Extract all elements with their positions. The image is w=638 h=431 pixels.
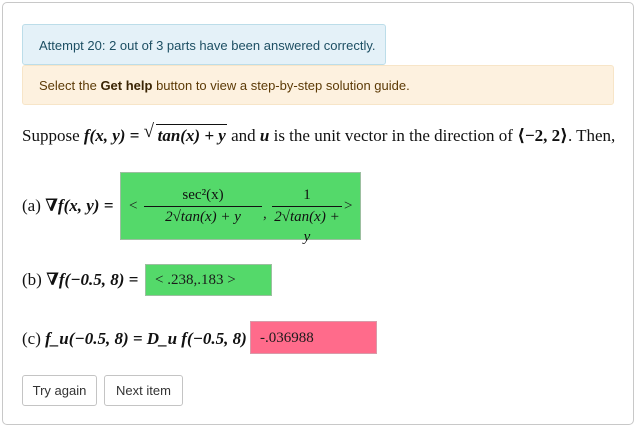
direction-vector: ⟨−2, 2⟩ xyxy=(517,126,568,145)
part-c-answer-box[interactable]: -.036988 xyxy=(250,321,377,354)
get-help-text: Get help xyxy=(100,78,153,93)
statement-suppose: Suppose xyxy=(22,126,84,145)
problem-statement: Suppose f(x, y) = √ tan(x) + y and u is t… xyxy=(22,121,616,146)
attempt-status-alert: Attempt 20: 2 out of 3 parts have been a… xyxy=(22,24,386,65)
get-help-alert: Select the Get help button to view a ste… xyxy=(22,65,614,105)
part-a-expression: ∇f(x, y) = xyxy=(45,196,114,215)
attempt-message: Attempt 20: 2 out of 3 parts have been a… xyxy=(39,38,376,53)
radical-sign: √ xyxy=(143,121,155,142)
statement-and: and xyxy=(226,126,260,145)
part-a-comma: , xyxy=(263,206,267,222)
fraction-2-denominator: 2√tan(x) + y xyxy=(274,209,340,245)
sqrt-content: tan(x) + y xyxy=(155,124,227,145)
part-b-answer-box[interactable]: < .238,.183 > xyxy=(145,264,272,296)
part-a-fraction-1: sec²(x) 2√tan(x) + y xyxy=(143,185,263,227)
part-a-label: (a) ∇f(x, y) = xyxy=(22,196,113,216)
fraction-1-denominator: 2√tan(x) + y xyxy=(165,209,241,225)
fraction-1-numerator: sec²(x) xyxy=(182,187,224,203)
part-a-letter: (a) xyxy=(22,196,46,215)
part-b-expression: ∇f(−0.5, 8) = xyxy=(46,270,139,289)
fraction-2-numerator: 1 xyxy=(303,187,311,203)
part-c-label: (c) f_u(−0.5, 8) = D_u f(−0.5, 8) = xyxy=(22,329,261,349)
part-a-close-bracket: > xyxy=(344,198,353,214)
part-b-answer-value: < .238,.183 > xyxy=(155,272,236,288)
help-prefix: Select the xyxy=(39,78,101,93)
help-suffix: button to view a step-by-step solution g… xyxy=(152,78,410,93)
part-c-letter: (c) xyxy=(22,329,46,348)
statement-unit-vector: is the unit vector in the direction of xyxy=(269,126,518,145)
part-b-letter: (b) xyxy=(22,270,47,289)
sqrt-expression: √ tan(x) + y xyxy=(143,121,227,146)
part-a-fraction-2: 1 2√tan(x) + y xyxy=(271,185,343,245)
part-c-answer-value: -.036988 xyxy=(260,330,314,346)
part-b-label: (b) ∇f(−0.5, 8) = xyxy=(22,270,138,290)
unit-vector-symbol: u xyxy=(259,126,270,145)
part-a-answer-box[interactable]: < sec²(x) 2√tan(x) + y , 1 2√tan(x) + y … xyxy=(120,172,361,245)
next-item-button[interactable]: Next item xyxy=(104,375,183,406)
part-c-expression: f_u(−0.5, 8) = D_u f(−0.5, 8) = xyxy=(45,329,261,348)
part-a-open-bracket: < xyxy=(129,198,138,214)
statement-then: . Then, xyxy=(567,126,616,145)
function-definition: f(x, y) = xyxy=(83,126,144,145)
try-again-button[interactable]: Try again xyxy=(22,375,97,406)
